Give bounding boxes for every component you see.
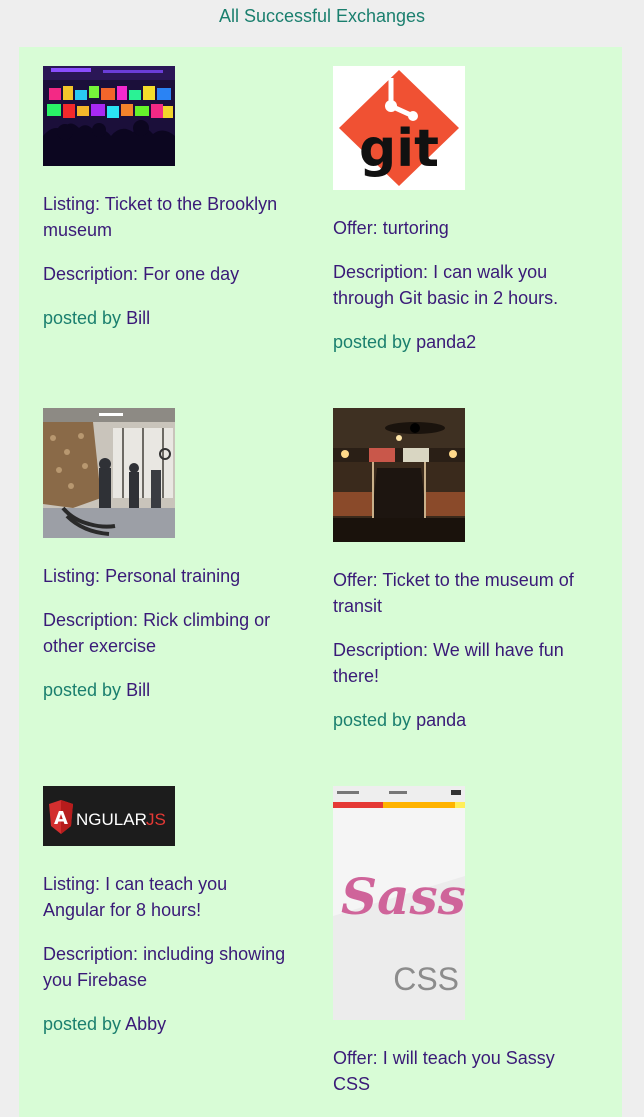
poster-name: panda [416, 710, 467, 730]
angular-logo-js: JS [146, 810, 166, 829]
offer-label: Offer: [333, 1048, 378, 1068]
offer-image[interactable] [333, 408, 465, 542]
listing-label: Listing: [43, 566, 101, 586]
listing-image[interactable] [43, 66, 175, 166]
offer-label: Offer: [333, 218, 378, 238]
listing-label: Listing: [43, 194, 101, 214]
description-label: Description: [43, 610, 139, 630]
listing-card: Listing: Personal training Description: … [43, 408, 293, 703]
poster-name: panda2 [416, 332, 477, 352]
angular-logo-text: NGULAR [76, 810, 147, 829]
posted-by-label: posted by [43, 308, 122, 328]
offer-card: Offer: Ticket to the museum of transit D… [333, 408, 583, 733]
poster-name: Bill [126, 680, 151, 700]
page-title: All Successful Exchanges [218, 6, 426, 26]
description-label: Description: [333, 262, 429, 282]
angular-logo-a: A [54, 808, 68, 829]
poster-name: Abby [125, 1014, 167, 1034]
exchanges-panel: Listing: Ticket to the Brooklyn museum D… [19, 47, 622, 1117]
listing-card: Listing: Ticket to the Brooklyn museum D… [43, 66, 293, 331]
sass-logo-text: Sass [341, 867, 465, 926]
listing-image[interactable]: A NGULAR JS [43, 786, 175, 846]
git-logo-text: git [359, 119, 439, 179]
offer-text: turtoring [382, 218, 449, 238]
poster-name: Bill [126, 308, 151, 328]
offer-image[interactable]: git [333, 66, 465, 190]
offer-card: Sass CSS Offer: I will teach you Sassy C… [333, 786, 583, 1097]
listing-text: Personal training [105, 566, 241, 586]
css-logo-text: CSS [393, 961, 459, 997]
posted-by-label: posted by [43, 1014, 122, 1034]
listing-card: A NGULAR JS Listing: I can teach you Ang… [43, 786, 293, 1037]
posted-by-label: posted by [333, 332, 412, 352]
offer-image[interactable]: Sass CSS [333, 786, 465, 1020]
description-label: Description: [333, 640, 429, 660]
description-text: For one day [143, 264, 240, 284]
description-label: Description: [43, 944, 139, 964]
description-label: Description: [43, 264, 139, 284]
offer-card: git Offer: turtoring Description: I can … [333, 66, 583, 355]
offer-label: Offer: [333, 570, 378, 590]
listing-image[interactable] [43, 408, 175, 538]
listing-label: Listing: [43, 874, 101, 894]
posted-by-label: posted by [333, 710, 412, 730]
posted-by-label: posted by [43, 680, 122, 700]
